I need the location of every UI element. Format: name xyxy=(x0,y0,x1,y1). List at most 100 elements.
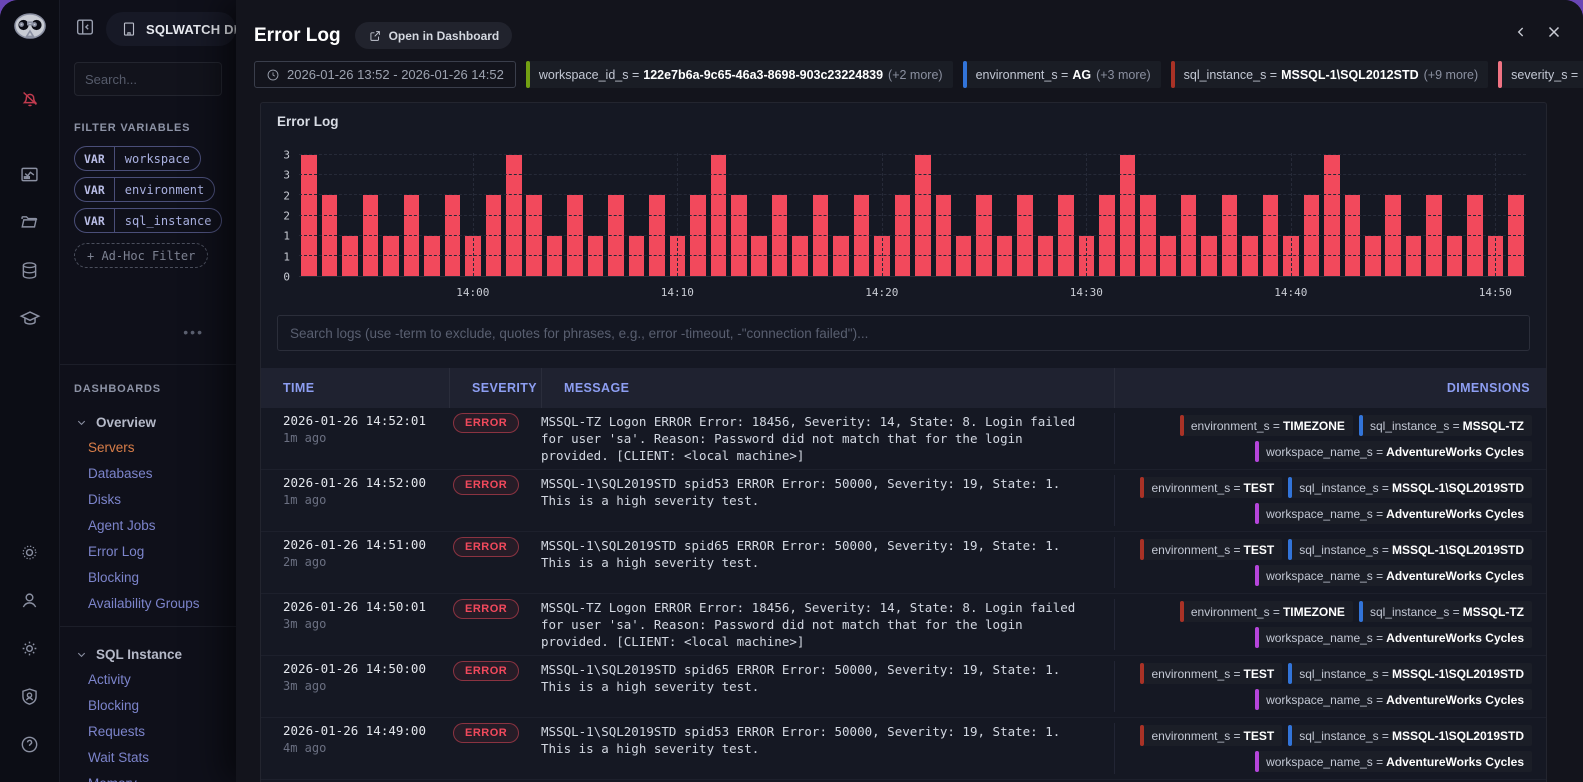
alerts-bell-icon[interactable] xyxy=(12,80,48,116)
chart-bar[interactable] xyxy=(546,235,563,276)
close-icon[interactable] xyxy=(1545,23,1563,41)
table-row[interactable]: 2026-01-26 14:49:00 4m ago ERROR MSSQL-1\SQ… xyxy=(261,718,1546,780)
chart-bar[interactable] xyxy=(710,155,727,276)
log-search[interactable] xyxy=(277,315,1530,351)
chart-bar[interactable] xyxy=(301,155,317,276)
dimension-chip-workspace_name_s[interactable]: workspace_name_s = AdventureWorks Cycles xyxy=(1255,503,1532,524)
variable-pill-workspace[interactable]: VAR workspace xyxy=(74,146,201,171)
chart-bar[interactable] xyxy=(505,155,522,276)
chart-bar[interactable] xyxy=(792,235,808,276)
admin-shield-icon[interactable] xyxy=(12,678,48,714)
dimension-chip-environment_s[interactable]: environment_s = TEST xyxy=(1140,725,1283,746)
col-header-message[interactable]: MESSAGE xyxy=(541,368,1114,408)
col-header-severity[interactable]: SEVERITY xyxy=(449,368,541,408)
settings-gear-icon[interactable] xyxy=(12,630,48,666)
sidebar-item-error-log[interactable]: Error Log xyxy=(60,538,236,564)
sidebar-item-requests[interactable]: Requests xyxy=(60,718,236,744)
dimension-chip-sql_instance_s[interactable]: sql_instance_s = MSSQL-1\SQL2019STD xyxy=(1288,663,1532,684)
dimension-chip-workspace_name_s[interactable]: workspace_name_s = AdventureWorks Cycles xyxy=(1255,689,1532,710)
chart-bar[interactable] xyxy=(424,235,440,276)
severity-badge[interactable]: ERROR xyxy=(453,413,520,433)
help-question-icon[interactable] xyxy=(12,726,48,762)
filter-chip-workspace_id_s[interactable]: workspace_id_s = 122e7b6a-9c65-46a3-8698-… xyxy=(525,61,953,88)
sidebar-search-input[interactable] xyxy=(85,71,211,87)
col-header-time[interactable]: TIME xyxy=(261,368,449,408)
open-in-dashboard-button[interactable]: Open in Dashboard xyxy=(354,22,513,49)
adhoc-filter-button[interactable]: + Ad-Hoc Filter xyxy=(74,243,209,268)
sidebar-item-databases[interactable]: Databases xyxy=(60,460,236,486)
sidebar-item-blocking[interactable]: Blocking xyxy=(60,564,236,590)
chart-bar[interactable] xyxy=(1365,235,1381,276)
sidebar-item-disks[interactable]: Disks xyxy=(60,486,236,512)
chart-bar[interactable] xyxy=(1201,235,1217,276)
resize-handle-dots[interactable]: ••• xyxy=(183,324,204,340)
col-header-dimensions[interactable]: DIMENSIONS xyxy=(1114,368,1546,408)
dimension-chip-sql_instance_s[interactable]: sql_instance_s = MSSQL-1\SQL2019STD xyxy=(1288,539,1532,560)
sidebar-item-activity[interactable]: Activity xyxy=(60,666,236,692)
user-profile-icon[interactable] xyxy=(12,582,48,618)
chart-bar[interactable] xyxy=(628,235,645,276)
dashboard-group-overview[interactable]: Overview xyxy=(76,415,222,430)
folders-icon[interactable] xyxy=(12,204,48,240)
database-icon[interactable] xyxy=(12,252,48,288)
dimension-chip-workspace_name_s[interactable]: workspace_name_s = AdventureWorks Cycles xyxy=(1255,627,1532,648)
chart-bar[interactable] xyxy=(955,235,972,276)
chart-bar[interactable] xyxy=(751,235,767,276)
sidebar-item-blocking[interactable]: Blocking xyxy=(60,692,236,718)
chart-bar[interactable] xyxy=(1119,155,1136,276)
chart-bar[interactable] xyxy=(1037,235,1054,276)
sidebar-item-agent-jobs[interactable]: Agent Jobs xyxy=(60,512,236,538)
chevron-left-icon[interactable] xyxy=(1513,24,1529,40)
variable-pill-sql_instance[interactable]: VAR sql_instance xyxy=(74,208,223,233)
dimension-chip-sql_instance_s[interactable]: sql_instance_s = MSSQL-1\SQL2019STD xyxy=(1288,477,1532,498)
table-row[interactable]: 2026-01-26 14:50:00 3m ago ERROR MSSQL-1\SQ… xyxy=(261,656,1546,718)
chart-bar[interactable] xyxy=(1405,235,1422,276)
log-search-input[interactable] xyxy=(290,325,1517,341)
dimension-chip-workspace_name_s[interactable]: workspace_name_s = AdventureWorks Cycles xyxy=(1255,565,1532,586)
chart-bar[interactable] xyxy=(833,235,849,276)
dimension-chip-workspace_name_s[interactable]: workspace_name_s = AdventureWorks Cycles xyxy=(1255,751,1532,772)
dimension-chip-environment_s[interactable]: environment_s = TEST xyxy=(1140,663,1283,684)
table-row[interactable]: 2026-01-26 14:52:01 1m ago ERROR MSSQL-TZ L… xyxy=(261,408,1546,470)
chart-bar[interactable] xyxy=(1324,155,1340,276)
variable-pill-environment[interactable]: VAR environment xyxy=(74,177,216,202)
chart-bar[interactable] xyxy=(342,235,358,276)
sqlwatch-owl-logo[interactable] xyxy=(11,10,49,48)
filter-chip-sql_instance_s[interactable]: sql_instance_s = MSSQL-1\SQL2012STD (+9 mo… xyxy=(1170,61,1489,88)
workspace-switcher-button[interactable]: SQLWATCH DE xyxy=(106,12,236,46)
chart-bar[interactable] xyxy=(383,235,399,276)
dimension-chip-sql_instance_s[interactable]: sql_instance_s = MSSQL-TZ xyxy=(1358,601,1532,622)
table-row[interactable]: 2026-01-26 14:52:00 1m ago ERROR MSSQL-1\SQ… xyxy=(261,470,1546,532)
learn-graduation-cap-icon[interactable] xyxy=(12,300,48,336)
time-range-picker[interactable]: 2026-01-26 13:52 - 2026-01-26 14:52 xyxy=(254,61,516,88)
chart-bar[interactable] xyxy=(587,235,604,276)
severity-badge[interactable]: ERROR xyxy=(453,475,520,495)
severity-badge[interactable]: ERROR xyxy=(453,723,520,743)
dimension-chip-sql_instance_s[interactable]: sql_instance_s = MSSQL-TZ xyxy=(1358,415,1532,436)
theme-sun-icon[interactable] xyxy=(12,534,48,570)
dimension-chip-workspace_name_s[interactable]: workspace_name_s = AdventureWorks Cycles xyxy=(1255,441,1532,462)
sidebar-item-availability-groups[interactable]: Availability Groups xyxy=(60,590,236,616)
dimension-chip-environment_s[interactable]: environment_s = TIMEZONE xyxy=(1179,415,1353,436)
dimension-chip-environment_s[interactable]: environment_s = TIMEZONE xyxy=(1179,601,1353,622)
dimension-chip-environment_s[interactable]: environment_s = TEST xyxy=(1140,539,1283,560)
dashboard-group-sql-instance[interactable]: SQL Instance xyxy=(76,647,222,662)
filter-chip-severity_s[interactable]: severity_s =Error xyxy=(1498,61,1583,88)
filter-chip-environment_s[interactable]: environment_s = AG (+3 more) xyxy=(962,61,1161,88)
sidebar-search[interactable] xyxy=(74,62,222,96)
table-row[interactable]: 2026-01-26 14:51:00 2m ago ERROR MSSQL-1\SQ… xyxy=(261,532,1546,594)
chart-bar[interactable] xyxy=(915,155,931,276)
sidebar-collapse-icon[interactable] xyxy=(74,16,96,43)
chart-bar[interactable] xyxy=(1242,235,1258,276)
sidebar-item-servers[interactable]: Servers xyxy=(60,434,236,460)
dashboards-icon[interactable] xyxy=(12,156,48,192)
table-row[interactable]: 2026-01-26 14:50:01 3m ago ERROR MSSQL-TZ L… xyxy=(261,594,1546,656)
severity-badge[interactable]: ERROR xyxy=(453,661,520,681)
chart-bar[interactable] xyxy=(1160,235,1177,276)
sidebar-item-wait-stats[interactable]: Wait Stats xyxy=(60,744,236,770)
severity-badge[interactable]: ERROR xyxy=(453,599,520,619)
severity-badge[interactable]: ERROR xyxy=(453,537,520,557)
error-log-bar-chart[interactable]: 0 1 1 2 2 3 3 14:00 14:10 14:20 14:30 14:40 14:50 xyxy=(269,149,1528,301)
chart-bar[interactable] xyxy=(996,235,1013,276)
dimension-chip-sql_instance_s[interactable]: sql_instance_s = MSSQL-1\SQL2019STD xyxy=(1288,725,1532,746)
